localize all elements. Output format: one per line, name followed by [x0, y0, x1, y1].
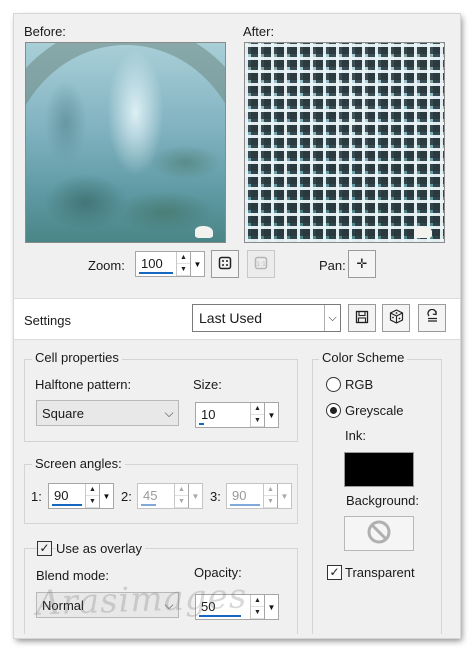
- halftone-pattern-label: Halftone pattern:: [35, 377, 132, 392]
- color-scheme-title: Color Scheme: [319, 350, 408, 365]
- zoom-down-arrow-icon[interactable]: ▼: [177, 264, 190, 276]
- transparent-checkbox[interactable]: ✓: [327, 565, 342, 580]
- background-label: Background:: [346, 493, 419, 508]
- size-dropdown-icon[interactable]: ▼: [264, 403, 278, 427]
- preset-value: Last Used: [199, 310, 263, 326]
- angle-2-spinner[interactable]: 45 ▲ ▼ ▼: [137, 483, 203, 509]
- angle-3-value[interactable]: 90: [232, 488, 246, 503]
- opacity-dropdown-icon[interactable]: ▼: [264, 595, 278, 619]
- screen-angles-title: Screen angles:: [32, 456, 125, 471]
- pan-button[interactable]: ✛: [348, 250, 376, 278]
- background-color-swatch[interactable]: [344, 516, 414, 551]
- svg-text:1:1: 1:1: [256, 261, 266, 268]
- transparent-label: Transparent: [345, 565, 415, 580]
- use-as-overlay-label: Use as overlay: [56, 541, 145, 556]
- zoom-actual-icon: 1:1: [254, 256, 268, 273]
- angle-2-dropdown-icon[interactable]: ▼: [188, 484, 202, 508]
- opacity-up-arrow-icon[interactable]: ▲: [251, 595, 264, 607]
- angle-3-spinner[interactable]: 90 ▲ ▼ ▼: [226, 483, 292, 509]
- use-as-overlay-checkbox[interactable]: ✓: [37, 541, 52, 556]
- angle-2-down-arrow-icon[interactable]: ▼: [175, 496, 188, 508]
- greyscale-radio[interactable]: [326, 403, 341, 418]
- ink-color-swatch[interactable]: [344, 452, 414, 487]
- rgb-label: RGB: [345, 377, 374, 392]
- halftone-dialog: Before: After: Zoom: 100 ▲▼ ▼ 1:1 Pan:: [14, 14, 460, 638]
- randomize-button[interactable]: [382, 304, 410, 332]
- size-label: Size:: [193, 377, 222, 392]
- size-value[interactable]: 10: [201, 407, 215, 422]
- rgb-radio[interactable]: [326, 377, 341, 392]
- before-preview[interactable]: [25, 42, 226, 243]
- angle-1-value[interactable]: 90: [54, 488, 68, 503]
- size-down-arrow-icon[interactable]: ▼: [251, 415, 264, 427]
- zoom-dropdown-icon[interactable]: ▼: [190, 252, 204, 276]
- settings-bar: Settings Last Used ⌵: [14, 298, 460, 340]
- halftone-pattern-select[interactable]: Square ⌵: [36, 400, 179, 426]
- dice-icon: [389, 309, 404, 327]
- after-preview[interactable]: [244, 42, 445, 243]
- zoom-spinner[interactable]: 100 ▲ ▼ ▼: [135, 251, 205, 277]
- before-label: Before:: [24, 24, 66, 39]
- zoom-value[interactable]: 100: [141, 256, 163, 271]
- zoom-label: Zoom:: [88, 258, 125, 273]
- pan-icon: ✛: [356, 256, 368, 271]
- angle-2-value[interactable]: 45: [143, 488, 157, 503]
- size-spinner[interactable]: 10 ▲ ▼ ▼: [195, 402, 279, 428]
- chevron-down-icon: ⌵: [164, 405, 174, 420]
- halftone-pattern-value: Square: [42, 405, 84, 421]
- angle-1-dropdown-icon[interactable]: ▼: [99, 484, 113, 508]
- zoom-fit-icon: [218, 256, 232, 273]
- angle-1-spinner[interactable]: 90 ▲ ▼ ▼: [48, 483, 114, 509]
- angle-1-label: 1:: [31, 489, 42, 504]
- chevron-down-icon[interactable]: ⌵: [324, 305, 340, 331]
- angle-2-label: 2:: [121, 489, 132, 504]
- angle-3-up-arrow-icon[interactable]: ▲: [264, 484, 277, 496]
- zoom-actual-size-button[interactable]: 1:1: [247, 250, 275, 278]
- save-preset-button[interactable]: [348, 304, 376, 332]
- ink-label: Ink:: [345, 428, 366, 443]
- before-image: [26, 43, 225, 242]
- angle-1-down-arrow-icon[interactable]: ▼: [86, 496, 99, 508]
- pan-label: Pan:: [319, 258, 346, 273]
- reset-button[interactable]: [418, 304, 446, 332]
- save-icon: [355, 310, 369, 327]
- preset-combo[interactable]: Last Used ⌵: [192, 304, 341, 332]
- reset-icon: [425, 308, 440, 327]
- settings-label: Settings: [24, 313, 71, 328]
- angle-1-up-arrow-icon[interactable]: ▲: [86, 484, 99, 496]
- angle-2-up-arrow-icon[interactable]: ▲: [175, 484, 188, 496]
- greyscale-label: Greyscale: [345, 403, 404, 418]
- angle-3-dropdown-icon[interactable]: ▼: [277, 484, 291, 508]
- size-up-arrow-icon[interactable]: ▲: [251, 403, 264, 415]
- opacity-down-arrow-icon[interactable]: ▼: [251, 607, 264, 619]
- angle-3-label: 3:: [210, 489, 221, 504]
- after-label: After:: [243, 24, 275, 39]
- no-color-icon: [366, 519, 392, 548]
- angle-3-down-arrow-icon[interactable]: ▼: [264, 496, 277, 508]
- cell-properties-title: Cell properties: [32, 350, 122, 365]
- watermark-logo: Arasimages: [35, 576, 248, 624]
- zoom-fit-button[interactable]: [211, 250, 239, 278]
- zoom-up-arrow-icon[interactable]: ▲: [177, 252, 190, 264]
- after-image: [245, 43, 444, 242]
